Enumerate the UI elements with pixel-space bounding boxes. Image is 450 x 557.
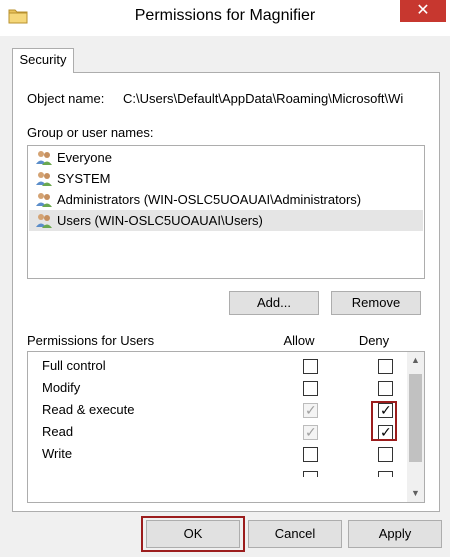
allow-checkbox[interactable] [303,381,318,396]
user-list[interactable]: Everyone SYSTEM Administrators (WIN-OSLC… [27,145,425,279]
allow-checkbox[interactable] [303,359,318,374]
users-icon [36,151,52,165]
deny-checkbox[interactable] [378,381,393,396]
close-button[interactable]: ✕ [400,0,446,22]
users-icon [36,214,52,228]
user-item-label: Users (WIN-OSLC5UOAUAI\Users) [57,213,263,228]
ok-button[interactable]: OK [146,520,240,548]
allow-column-header: Allow [283,333,315,348]
allow-checkbox[interactable] [303,471,318,477]
user-item-label: Everyone [57,150,112,165]
scroll-up-icon[interactable]: ▲ [407,352,424,369]
users-icon [36,172,52,186]
permissions-label: Permissions for Users [27,333,155,348]
checkmark-icon: ✓ [305,402,317,418]
permission-name: Write [42,446,73,461]
user-item-users[interactable]: Users (WIN-OSLC5UOAUAI\Users) [29,210,423,231]
security-panel: Object name: C:\Users\Default\AppData\Ro… [12,72,440,512]
permission-row-partial [28,465,408,487]
deny-column-header: Deny [358,333,390,348]
scroll-down-icon[interactable]: ▼ [407,485,424,502]
deny-checkbox[interactable] [378,471,393,477]
permission-name: Read & execute [42,402,135,417]
add-button[interactable]: Add... [229,291,319,315]
user-item-label: SYSTEM [57,171,111,186]
permission-row-full-control: Full control [28,355,408,377]
user-item-system[interactable]: SYSTEM [29,168,423,189]
user-item-everyone[interactable]: Everyone [29,147,423,168]
permissions-scrollbar[interactable]: ▲ ▼ [407,352,424,502]
window-title: Permissions for Magnifier [134,7,316,24]
permission-row-read-execute: Read & execute ✓ ✓ [28,399,408,421]
cancel-button[interactable]: Cancel [248,520,342,548]
scroll-thumb[interactable] [409,374,422,462]
tab-security[interactable]: Security [12,48,74,73]
deny-checkbox[interactable] [378,447,393,462]
deny-checkbox[interactable] [378,359,393,374]
allow-checkbox: ✓ [303,424,318,440]
title-bar: Permissions for Magnifier ✕ [0,0,450,36]
checkmark-icon: ✓ [305,424,317,440]
permission-row-read: Read ✓ ✓ [28,421,408,443]
group-names-label: Group or user names: [27,125,154,140]
permission-row-modify: Modify [28,377,408,399]
permission-row-write: Write [28,443,408,465]
deny-highlight-box [371,401,397,441]
users-icon [36,193,52,207]
allow-checkbox[interactable] [303,447,318,462]
permission-name: Read [42,424,74,439]
user-item-administrators[interactable]: Administrators (WIN-OSLC5UOAUAI\Administ… [29,189,423,210]
object-name-value: C:\Users\Default\AppData\Roaming\Microso… [123,91,404,106]
apply-button[interactable]: Apply [348,520,442,548]
user-item-label: Administrators (WIN-OSLC5UOAUAI\Administ… [57,192,362,207]
permission-name: Full control [42,358,106,373]
permission-name: Modify [42,380,81,395]
dialog-body: Security Object name: C:\Users\Default\A… [0,36,450,557]
allow-checkbox: ✓ [303,402,318,418]
permissions-list: Full control Modify Read & execute ✓ ✓ R… [27,351,425,503]
remove-button[interactable]: Remove [331,291,421,315]
object-name-label: Object name: [27,91,105,106]
